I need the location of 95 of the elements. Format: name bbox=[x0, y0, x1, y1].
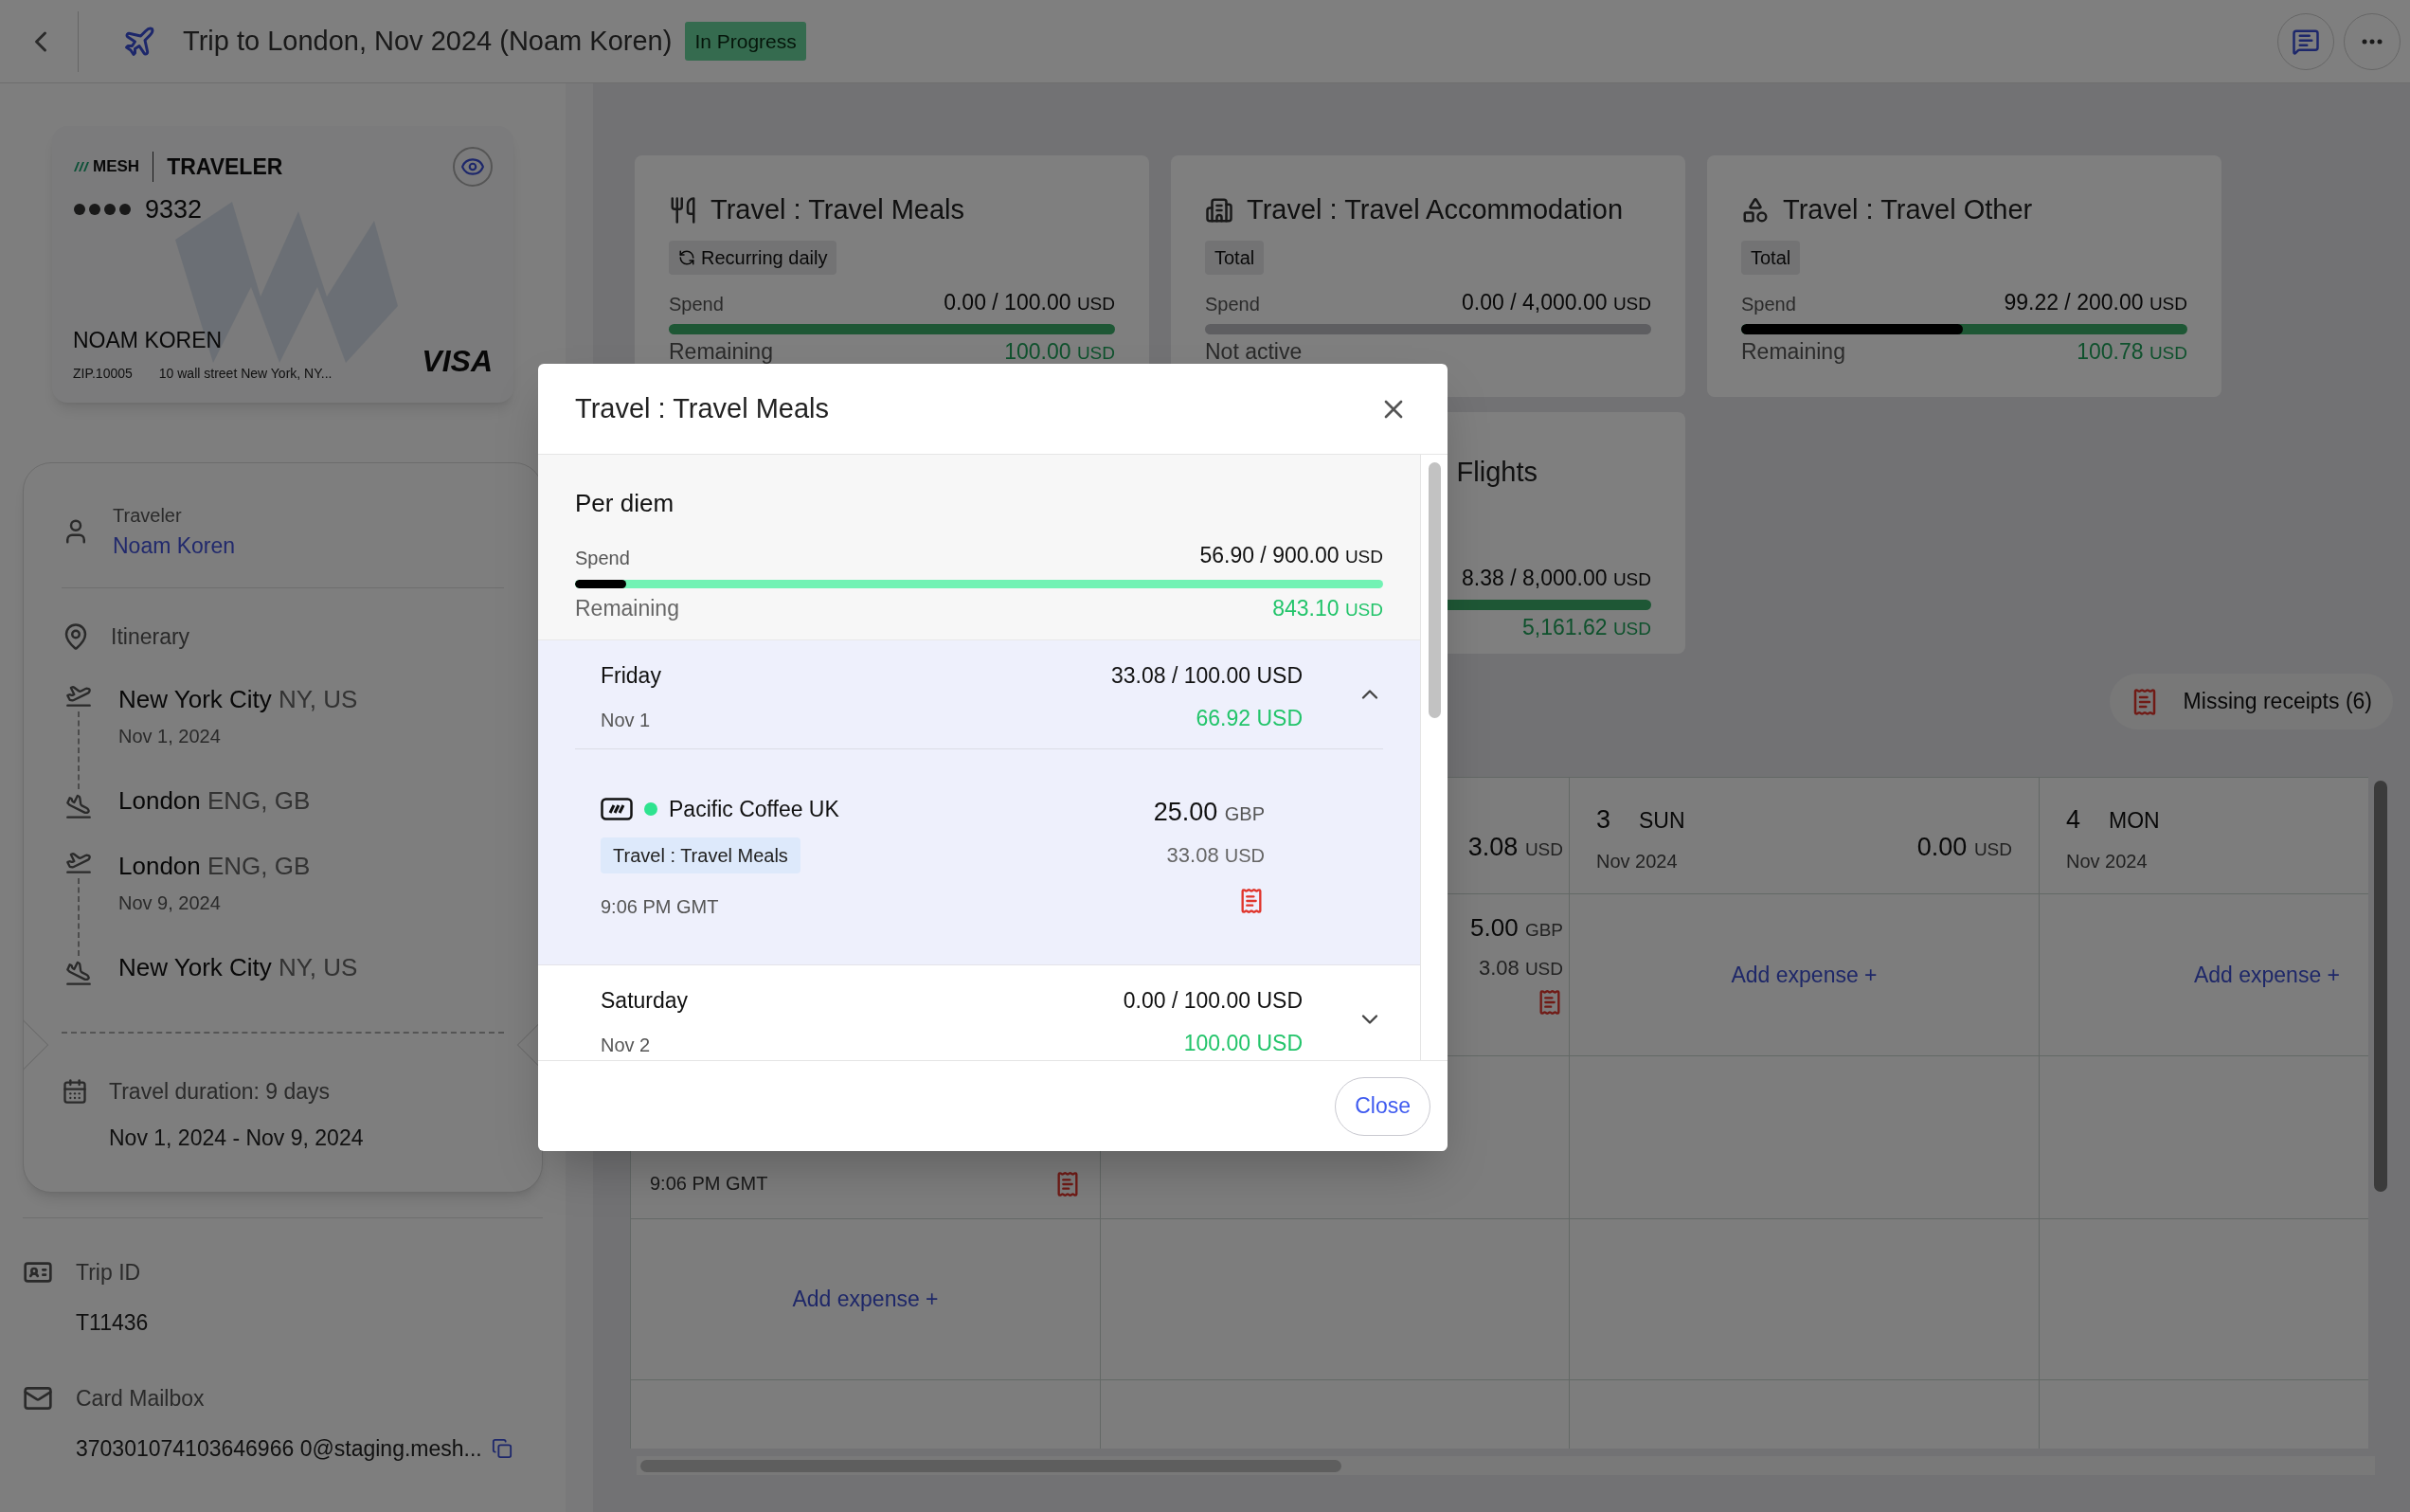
spend-label: Spend bbox=[1741, 293, 1796, 316]
day-date: Nov 1 bbox=[601, 708, 652, 732]
more-icon bbox=[2362, 38, 2383, 45]
weekday: MON bbox=[2109, 807, 2160, 835]
budget-tag: Recurring daily bbox=[669, 240, 837, 275]
traveler-label: Traveler bbox=[113, 504, 183, 528]
landing-icon bbox=[65, 793, 92, 819]
horizontal-scrollbar-thumb[interactable] bbox=[640, 1460, 1341, 1472]
budget-tag: Total bbox=[1205, 240, 1265, 275]
traveler-name-link[interactable]: Noam Koren bbox=[113, 530, 236, 563]
card-network-logo: VISA bbox=[422, 343, 493, 380]
spend-amount: 56.90 / 900.00 USD bbox=[1199, 542, 1383, 569]
day-date: Nov 2 bbox=[601, 1033, 652, 1057]
scrollbar-thumb[interactable] bbox=[1428, 462, 1441, 718]
landing-icon bbox=[65, 960, 92, 986]
expense-amount: 5.00 GBP bbox=[1470, 912, 1563, 944]
remaining-amount: 100.78 USD bbox=[2077, 338, 2187, 366]
missing-receipts-button[interactable]: Missing receipts (6) bbox=[2109, 674, 2393, 729]
card-zip: ZIP.10005 bbox=[73, 365, 133, 383]
trip-title: Trip to London, Nov 2024 (Noam Koren) bbox=[183, 24, 673, 58]
remaining-label: Remaining bbox=[1741, 338, 1845, 366]
close-button[interactable]: Close bbox=[1335, 1076, 1430, 1136]
budget-title: Travel : Travel Accommodation bbox=[1247, 193, 1624, 226]
day-number: 4 bbox=[2066, 804, 2081, 836]
day-total: 0.00 USD bbox=[1916, 831, 2012, 863]
day-spend: 0.00 / 100.00 USD bbox=[1123, 987, 1303, 1015]
spend-label: Spend bbox=[575, 546, 630, 570]
departure-city: New York City NY, US bbox=[118, 684, 358, 715]
trip-id-value: T11436 bbox=[76, 1308, 150, 1337]
converted-amount: 3.08 USD bbox=[1478, 955, 1563, 981]
duration-label: Travel duration: 9 days bbox=[109, 1078, 331, 1106]
remaining-label: Remaining bbox=[575, 594, 679, 622]
departure-date: Nov 1, 2024 bbox=[118, 725, 222, 748]
day-remaining: 100.00 USD bbox=[1183, 1029, 1303, 1057]
date-range: Nov 1, 2024 - Nov 9, 2024 bbox=[109, 1124, 365, 1152]
add-expense-link[interactable]: Add expense + bbox=[792, 1283, 939, 1316]
status-badge: In Progress bbox=[685, 21, 806, 62]
card-icon bbox=[601, 798, 633, 821]
vertical-scrollbar-thumb[interactable] bbox=[2374, 781, 2387, 1192]
masked-digits-icon bbox=[73, 203, 132, 217]
expense-time: 9:06 PM GMT bbox=[601, 894, 720, 919]
card-address: 10 wall street New York, NY... bbox=[158, 365, 333, 383]
weekday: SUN bbox=[1639, 807, 1685, 835]
add-expense-link[interactable]: Add expense + bbox=[2193, 958, 2340, 992]
arrival-city: New York City NY, US bbox=[118, 952, 358, 983]
status-text: Not active bbox=[1205, 338, 1303, 366]
meals-icon bbox=[669, 195, 697, 225]
converted-amount: 33.08 USD bbox=[1166, 841, 1265, 869]
day-total: 3.08 USD bbox=[1467, 831, 1563, 863]
spend-label: Spend bbox=[669, 293, 724, 316]
departure-city: London ENG, GB bbox=[118, 851, 312, 882]
per-diem-title: Per diem bbox=[575, 488, 675, 519]
spend-amount: 8.38 / 8,000.00 USD bbox=[1462, 564, 1651, 592]
calendar-icon bbox=[62, 1078, 88, 1106]
card-last-digits: 9332 bbox=[145, 194, 203, 225]
card-label: TRAVELER bbox=[167, 153, 283, 181]
remaining-amount: 5,161.62 USD bbox=[1521, 614, 1651, 641]
mailbox-label: Card Mailbox bbox=[76, 1385, 205, 1413]
day-remaining: 66.92 USD bbox=[1196, 704, 1303, 732]
merchant-name: Pacific Coffee UK bbox=[669, 796, 839, 823]
remaining-label: Remaining bbox=[669, 338, 773, 366]
recurring-icon bbox=[678, 248, 695, 266]
day-spend: 33.08 / 100.00 USD bbox=[1110, 662, 1303, 690]
month-label: Nov 2024 bbox=[2066, 849, 2149, 873]
add-expense-link[interactable]: Add expense + bbox=[1731, 958, 1878, 992]
itinerary-label: Itinerary bbox=[111, 622, 190, 651]
budget-tag: Total bbox=[1741, 240, 1801, 275]
arrival-city: London ENG, GB bbox=[118, 785, 312, 817]
budget-title: Travel : Travel Meals bbox=[710, 193, 965, 226]
budget-title: Travel : Travel Other bbox=[1783, 193, 2033, 226]
spend-label: Spend bbox=[1205, 293, 1260, 316]
mailbox-address: 370301074103646966 0@staging.mesh... bbox=[76, 1434, 482, 1463]
cardholder-name: NOAM KOREN bbox=[73, 326, 224, 354]
day-name: Friday bbox=[601, 662, 662, 690]
budget-title: Flights bbox=[1456, 456, 1538, 489]
budget-card[interactable]: Travel : Travel Other Total Spend 99.22 / 200.00 USD Remaining 100.78 USD bbox=[1707, 155, 2221, 397]
expense-amount: 25.00 GBP bbox=[1153, 797, 1265, 828]
category-tag: Travel : Travel Meals bbox=[601, 837, 800, 873]
departure-date: Nov 9, 2024 bbox=[118, 891, 222, 915]
show-details-button[interactable] bbox=[453, 147, 493, 187]
brand-logo: MESH bbox=[73, 154, 140, 179]
trip-id-label: Trip ID bbox=[76, 1259, 141, 1287]
spend-amount: 0.00 / 100.00 USD bbox=[944, 288, 1115, 316]
copy-icon bbox=[491, 1437, 513, 1459]
expense-time: 9:06 PM GMT bbox=[650, 1172, 768, 1196]
spend-amount: 0.00 / 4,000.00 USD bbox=[1462, 288, 1651, 316]
spend-amount: 99.22 / 200.00 USD bbox=[2004, 288, 2187, 316]
remaining-amount: 100.00 USD bbox=[1004, 338, 1115, 366]
day-name: Saturday bbox=[601, 987, 690, 1015]
day-number: 3 bbox=[1596, 804, 1611, 836]
copy-button[interactable] bbox=[491, 1437, 513, 1459]
budget-card[interactable]: Travel : Travel Accommodation Total Spend 0.00 / 4,000.00 USD Not active bbox=[1171, 155, 1685, 397]
remaining-amount: 843.10 USD bbox=[1272, 594, 1383, 622]
other-icon bbox=[1741, 195, 1770, 225]
month-label: Nov 2024 bbox=[1596, 849, 1679, 873]
